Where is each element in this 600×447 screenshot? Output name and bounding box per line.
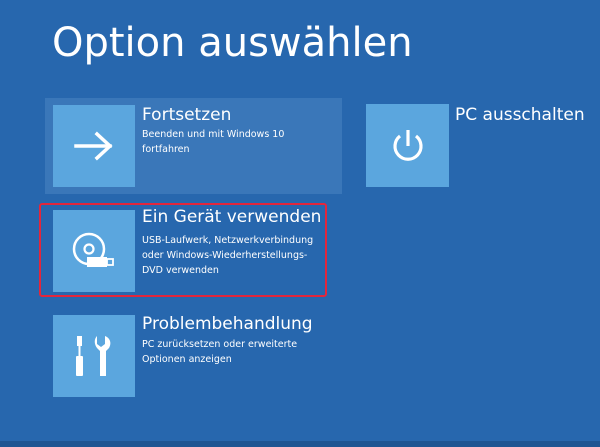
option-continue[interactable]: Fortsetzen Beenden und mit Windows 10 fo… [45,98,342,194]
continue-desc-line1: Beenden und mit Windows 10 [142,129,285,140]
shutdown-title: PC ausschalten [455,105,585,125]
troubleshoot-title: Problembehandlung [142,314,313,334]
continue-title: Fortsetzen [142,105,232,125]
continue-tile [53,105,135,187]
troubleshoot-tile [53,315,135,397]
continue-desc-line2: fortfahren [142,144,190,155]
option-troubleshoot[interactable]: Problembehandlung PC zurücksetzen oder e… [45,308,327,400]
shutdown-tile [366,104,449,187]
troubleshoot-desc-line2: Optionen anzeigen [142,354,232,365]
tools-icon [76,336,111,376]
option-shutdown[interactable]: PC ausschalten [366,104,586,188]
troubleshoot-desc-line1: PC zurücksetzen oder erweiterte [142,339,298,350]
page-title: Option auswählen [52,20,413,66]
highlight-frame [39,203,327,297]
recovery-screen: Option auswählen Fortsetzen Beenden und … [0,0,600,447]
arrow-right-icon [74,131,113,161]
power-icon [392,129,423,161]
bottom-bar [0,441,600,447]
